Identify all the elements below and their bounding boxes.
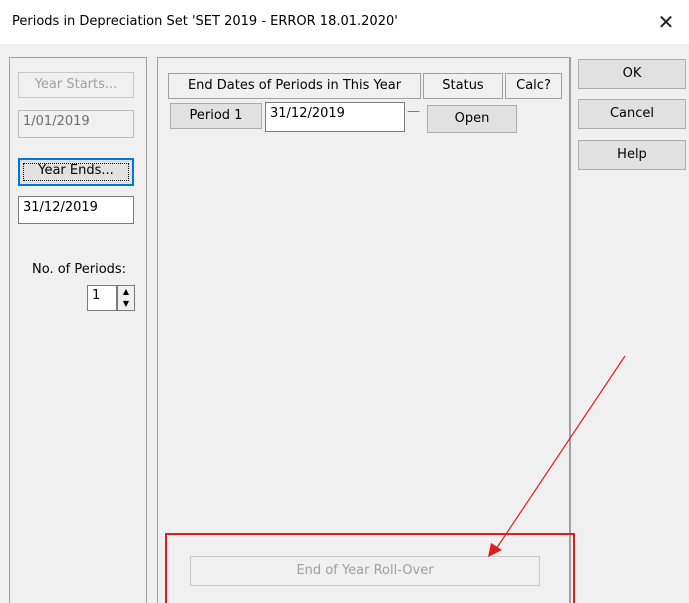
period-1-end-date[interactable]: 31/12/2019 xyxy=(265,102,405,132)
year-starts-field[interactable]: 1/01/2019 xyxy=(18,110,134,138)
year-starts-label: Year Starts... xyxy=(34,77,118,92)
year-panel xyxy=(9,57,147,603)
spin-down-icon[interactable]: ▼ xyxy=(118,298,134,310)
year-ends-field[interactable]: 31/12/2019 xyxy=(18,196,134,224)
period-1-button[interactable]: Period 1 xyxy=(170,103,262,129)
year-ends-button[interactable]: Year Ends... xyxy=(18,158,134,186)
help-button[interactable]: Help xyxy=(578,140,686,170)
cancel-button[interactable]: Cancel xyxy=(578,99,686,129)
actions-panel xyxy=(570,57,689,603)
annotation-highlight-box xyxy=(165,533,575,603)
period-1-separator: — xyxy=(407,104,420,119)
periods-spinner[interactable]: ▲ ▼ xyxy=(117,285,135,311)
close-icon[interactable]: ✕ xyxy=(654,10,678,34)
title-bar: Periods in Depreciation Set 'SET 2019 - … xyxy=(0,0,689,44)
end-dates-header: End Dates of Periods in This Year xyxy=(168,73,421,99)
status-header: Status xyxy=(423,73,503,99)
periods-value[interactable]: 1 xyxy=(87,285,117,311)
ok-button[interactable]: OK xyxy=(578,59,686,89)
year-starts-button[interactable]: Year Starts... xyxy=(18,72,134,98)
calc-header: Calc? xyxy=(505,73,562,99)
periods-label: No. of Periods: xyxy=(32,262,127,277)
periods-panel xyxy=(157,57,570,603)
period-1-status-button[interactable]: Open xyxy=(427,105,517,133)
year-ends-label: Year Ends... xyxy=(20,160,132,184)
spin-up-icon[interactable]: ▲ xyxy=(118,286,134,298)
window-title: Periods in Depreciation Set 'SET 2019 - … xyxy=(12,14,398,29)
